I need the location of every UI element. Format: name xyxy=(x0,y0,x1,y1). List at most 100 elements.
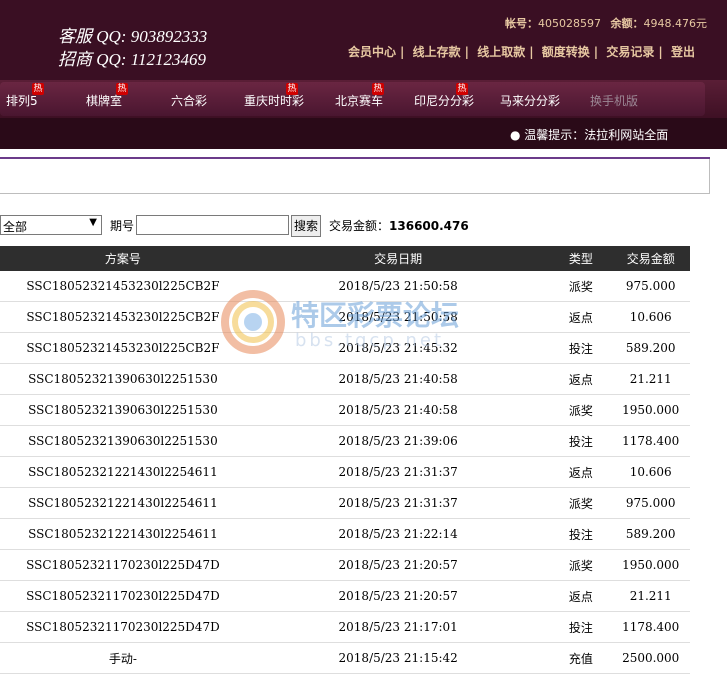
table-row: SSC18052321390630l2251530 2018/5/23 21:40… xyxy=(0,363,690,395)
type: 派奖 xyxy=(550,394,612,426)
header: 客服 QQ: 903892333 招商 QQ: 112123469 帐号：405… xyxy=(0,0,727,80)
balance-value: 4948.476元 xyxy=(643,17,708,30)
plan-no: SSC18052321390630l2251530 xyxy=(0,425,246,457)
table-row: SSC18052321390630l2251530 2018/5/23 21:39… xyxy=(0,425,690,457)
table-row: SSC18052321221430l2254611 2018/5/23 21:22… xyxy=(0,518,690,550)
date: 2018/5/23 21:40:58 xyxy=(245,394,551,426)
nav-item-mobile[interactable]: 换手机版 xyxy=(590,92,638,109)
plan-no: SSC18052321390630l2251530 xyxy=(0,394,246,426)
nav-item-label: 换手机版 xyxy=(590,94,639,108)
table-row: SSC18052321390630l2251530 2018/5/23 21:40… xyxy=(0,394,690,426)
hot-badge: 热 xyxy=(286,83,298,95)
table-header-row: 方案号 交易日期 类型 交易金额 xyxy=(0,246,690,271)
date: 2018/5/23 21:50:58 xyxy=(245,301,551,333)
transactions-table: 方案号 交易日期 类型 交易金额 SSC18052321453230l225CB… xyxy=(0,246,690,674)
search-button[interactable]: 搜索 xyxy=(291,215,321,237)
period-label: 期号 xyxy=(110,219,135,233)
qq-business: 招商 QQ: 112123469 xyxy=(58,50,206,69)
nav-item-bjpk[interactable]: 热 北京赛车 xyxy=(335,83,384,109)
link-logout[interactable]: 登出 xyxy=(671,45,695,59)
type: 充值 xyxy=(550,642,612,674)
amount: 2500.000 xyxy=(611,642,690,674)
nav-item-label: 六合彩 xyxy=(171,94,208,108)
plan-no: SSC18052321170230l225D47D xyxy=(0,580,246,612)
nav-item-mark-six[interactable]: 六合彩 xyxy=(171,92,207,109)
amount: 21.211 xyxy=(611,363,690,395)
table-row: SSC18052321453230l225CB2F 2018/5/23 21:50… xyxy=(0,271,690,302)
date: 2018/5/23 21:31:37 xyxy=(245,456,551,488)
amount-summary: 交易金额：136600.476 xyxy=(329,217,469,234)
amount-label: 交易金额： xyxy=(329,219,390,233)
type: 投注 xyxy=(550,332,612,364)
main-nav: 热 排列5 热 棋牌室 六合彩 热 重庆时时彩 热 北京赛车 热 印尼分分彩 马… xyxy=(0,80,727,118)
type: 返点 xyxy=(550,301,612,333)
hot-badge: 热 xyxy=(456,83,468,95)
type: 投注 xyxy=(550,425,612,457)
plan-no: SSC18052321453230l225CB2F xyxy=(0,332,246,364)
link-deposit[interactable]: 线上存款 xyxy=(413,45,461,59)
plan-no: SSC18052321453230l225CB2F xyxy=(0,301,246,333)
date: 2018/5/23 21:20:57 xyxy=(245,580,551,612)
table-row: SSC18052321453230l225CB2F 2018/5/23 21:50… xyxy=(0,301,690,333)
qq-service: 客服 QQ: 903892333 xyxy=(58,27,208,46)
table-row: 手动- 2018/5/23 21:15:42 充值 2500.000 xyxy=(0,642,690,674)
plan-no: SSC18052321221430l2254611 xyxy=(0,518,246,550)
date: 2018/5/23 21:22:14 xyxy=(245,518,551,550)
type: 返点 xyxy=(550,363,612,395)
plan-no: 手动- xyxy=(0,642,246,674)
chevron-down-icon: ▼ xyxy=(89,217,97,228)
table-row: SSC18052321221430l2254611 2018/5/23 21:31… xyxy=(0,456,690,488)
nav-item-pailie5[interactable]: 热 排列5 xyxy=(6,83,44,109)
amount: 21.211 xyxy=(611,580,690,612)
balance-label: 余额： xyxy=(610,17,644,30)
amount: 1950.000 xyxy=(611,394,690,426)
link-withdraw[interactable]: 线上取款 xyxy=(477,45,525,59)
nav-item-malaysia[interactable]: 马来分分彩 xyxy=(500,92,560,109)
col-amount: 交易金额 xyxy=(611,246,690,271)
nav-item-label: 棋牌室 xyxy=(86,94,123,108)
account-label: 帐号： xyxy=(505,17,538,30)
type: 投注 xyxy=(550,611,612,643)
nav-item-chess[interactable]: 热 棋牌室 xyxy=(86,83,128,109)
amount: 1178.400 xyxy=(611,611,690,643)
date: 2018/5/23 21:17:01 xyxy=(245,611,551,643)
amount: 1178.400 xyxy=(611,425,690,457)
amount: 589.200 xyxy=(611,332,690,364)
col-type: 类型 xyxy=(550,246,612,271)
type: 派奖 xyxy=(550,549,612,581)
link-member-center[interactable]: 会员中心 xyxy=(348,45,396,59)
plan-no: SSC18052321170230l225D47D xyxy=(0,549,246,581)
nav-item-label: 马来分分彩 xyxy=(500,94,561,108)
table-row: SSC18052321453230l225CB2F 2018/5/23 21:45… xyxy=(0,332,690,364)
period-input[interactable] xyxy=(136,215,289,235)
type-select[interactable]: 全部 ▼ xyxy=(0,215,102,235)
nav-item-label: 北京赛车 xyxy=(335,94,384,108)
type: 派奖 xyxy=(550,271,612,302)
nav-item-cqssc[interactable]: 热 重庆时时彩 xyxy=(244,83,304,109)
link-transfer[interactable]: 额度转换 xyxy=(542,45,590,59)
col-plan-no: 方案号 xyxy=(0,246,246,271)
plan-no: SSC18052321221430l2254611 xyxy=(0,487,246,519)
amount-value: 136600.476 xyxy=(389,219,469,233)
account-value: 405028597 xyxy=(538,17,601,30)
table-row: SSC18052321170230l225D47D 2018/5/23 21:20… xyxy=(0,580,690,612)
date: 2018/5/23 21:15:42 xyxy=(245,642,551,674)
date: 2018/5/23 21:39:06 xyxy=(245,425,551,457)
panel-box xyxy=(0,159,710,194)
hot-badge: 热 xyxy=(116,83,128,95)
plan-no: SSC18052321221430l2254611 xyxy=(0,456,246,488)
date: 2018/5/23 21:31:37 xyxy=(245,487,551,519)
link-transactions[interactable]: 交易记录 xyxy=(606,45,654,59)
table-row: SSC18052321170230l225D47D 2018/5/23 21:17… xyxy=(0,611,690,643)
plan-no: SSC18052321453230l225CB2F xyxy=(0,271,246,302)
notice-bar: ● 温馨提示：法拉利网站全面 xyxy=(0,118,727,149)
type: 返点 xyxy=(550,456,612,488)
date: 2018/5/23 21:50:58 xyxy=(245,271,551,302)
hot-badge: 热 xyxy=(372,83,384,95)
amount: 10.606 xyxy=(611,456,690,488)
nav-item-indonesia[interactable]: 热 印尼分分彩 xyxy=(414,83,474,109)
col-date: 交易日期 xyxy=(245,246,551,271)
account-info: 帐号：405028597 余额：4948.476元 xyxy=(505,15,707,31)
notice-text: ● 温馨提示：法拉利网站全面 xyxy=(510,128,669,142)
header-links: 会员中心 | 线上存款 | 线上取款 | 额度转换 | 交易记录 | 登出 xyxy=(348,45,695,59)
